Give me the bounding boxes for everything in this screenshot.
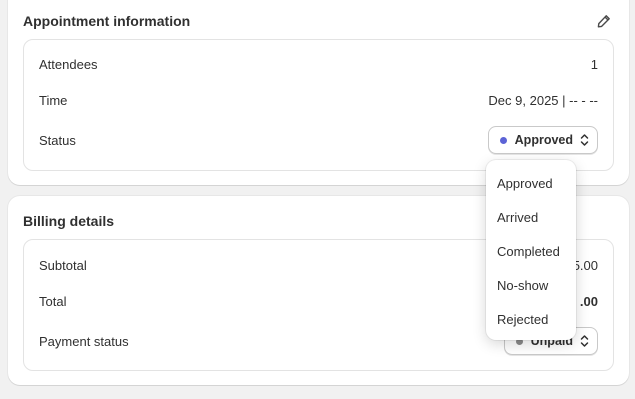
status-option-completed[interactable]: Completed	[497, 244, 560, 259]
billing-title: Billing details	[23, 213, 115, 229]
total-label: Total	[39, 293, 67, 309]
payment-status-label: Payment status	[39, 333, 129, 349]
time-value: Dec 9, 2025 | -- - --	[488, 92, 598, 108]
status-label: Status	[39, 132, 76, 148]
attendees-row: Attendees 1	[39, 54, 598, 74]
subtotal-value: 5.00	[572, 257, 598, 273]
status-option-arrived[interactable]: Arrived	[497, 210, 538, 225]
status-option-approved[interactable]: Approved	[497, 176, 553, 191]
appointment-details-panel: Attendees 1 Time Dec 9, 2025 | -- - -- S…	[23, 39, 614, 171]
select-chevron-icon	[580, 334, 589, 348]
status-select[interactable]: Approved	[487, 126, 598, 154]
time-row: Time Dec 9, 2025 | -- - --	[39, 90, 598, 110]
status-option-rejected[interactable]: Rejected	[497, 312, 548, 327]
appointment-title: Appointment information	[23, 13, 191, 29]
status-dropdown-menu: Approved Arrived Completed No-show Rejec…	[486, 160, 576, 340]
appointment-card: Appointment information Attendees 1 Time…	[8, 0, 629, 185]
pencil-icon	[597, 14, 611, 28]
subtotal-label: Subtotal	[39, 257, 87, 273]
status-dot-icon	[499, 136, 507, 144]
attendees-value: 1	[590, 56, 598, 72]
select-chevron-icon	[580, 133, 589, 147]
status-option-no-show[interactable]: No-show	[497, 278, 548, 293]
total-value: .00	[579, 293, 598, 309]
status-select-value: Approved	[514, 133, 573, 147]
time-label: Time	[39, 92, 68, 108]
attendees-label: Attendees	[39, 56, 98, 72]
edit-button[interactable]	[595, 12, 613, 30]
status-row: Status Approved	[39, 126, 598, 154]
